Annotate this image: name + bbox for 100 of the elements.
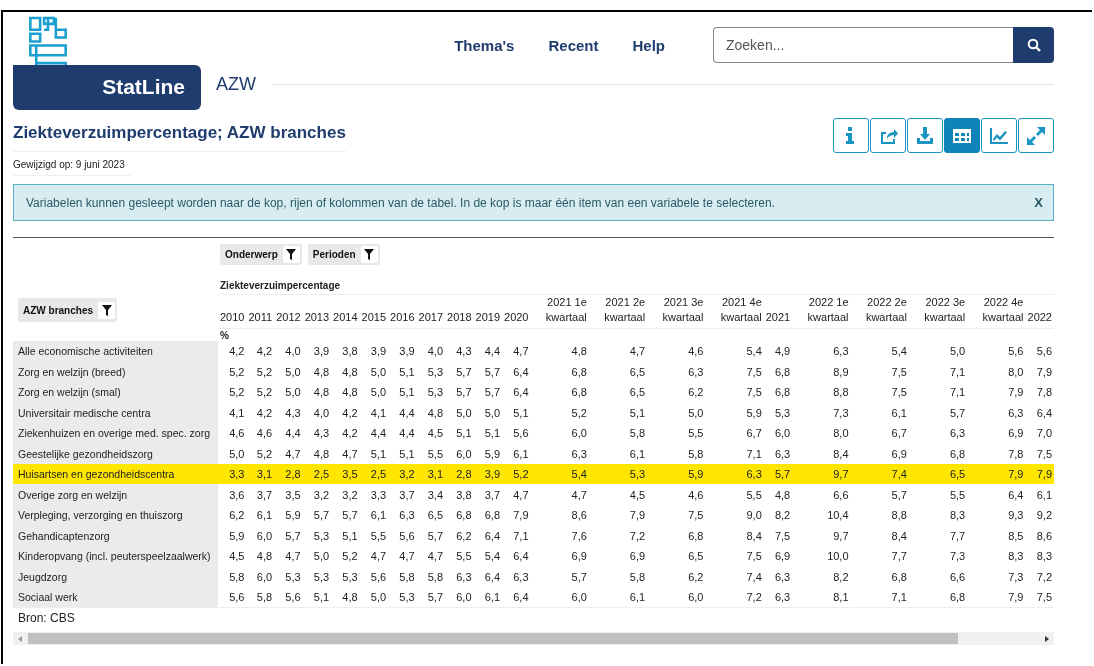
- table-cell-text: 4,6: [255, 426, 274, 442]
- table-cell: 3,7: [388, 484, 417, 505]
- table-cell-text: 6,1: [483, 590, 501, 606]
- table-cell: 3,2: [302, 484, 332, 505]
- table-cell: 5,8: [218, 566, 247, 587]
- column-header: 2014: [331, 294, 360, 329]
- table-cell-text: 6,8: [570, 364, 588, 380]
- filter-button[interactable]: [282, 245, 300, 263]
- table-cell-text: 6,6: [948, 569, 967, 585]
- table-cell: 5,5: [416, 443, 446, 464]
- share-button[interactable]: [870, 118, 906, 153]
- table-cell-text: 4,4: [398, 405, 416, 421]
- table-cell-text: 6,5: [687, 549, 705, 565]
- table-cell-text: 5,5: [455, 549, 473, 565]
- table-cell: 5,1: [359, 443, 389, 464]
- table-cell-text: 6,3: [398, 508, 416, 524]
- table-cell-text: 6,9: [570, 549, 588, 565]
- table-cell: 7,5: [1025, 443, 1054, 464]
- table-cell-text: 7,7: [890, 549, 908, 565]
- column-header: 2021 3e kwartaal: [647, 294, 706, 329]
- table-cell-text: 7,2: [628, 528, 647, 544]
- search-button[interactable]: [1013, 27, 1054, 63]
- download-button[interactable]: [907, 118, 943, 153]
- table-cell: 4,5: [588, 484, 648, 505]
- table-cell-text: 4,3: [312, 426, 331, 442]
- table-cell-text: 6,0: [455, 590, 473, 606]
- table-cell-text: 6,1: [890, 405, 908, 421]
- table-cell: 5,1: [388, 443, 417, 464]
- variable-chip[interactable]: AZW branches: [18, 298, 117, 323]
- table-cell: 6,3: [705, 463, 764, 485]
- nav-link[interactable]: Recent: [548, 36, 599, 54]
- table-cell-text: 4,8: [312, 385, 331, 401]
- table-cell-text: 5,3: [312, 528, 331, 544]
- table-cell-text: 8,3: [948, 508, 967, 524]
- table-cell-text: 7,7: [948, 528, 967, 544]
- table-cell-text: 6,4: [512, 549, 530, 565]
- search-field[interactable]: Zoeken...: [713, 27, 1013, 63]
- table-cell: 2,8: [274, 463, 303, 485]
- table-cell-text: 5,9: [745, 405, 763, 421]
- nav-link[interactable]: Thema's: [454, 36, 515, 54]
- column-header: 2022: [1025, 294, 1054, 329]
- table-cell-text: 5,3: [312, 569, 331, 585]
- table-cell: 3,3: [359, 484, 389, 505]
- table-cell-text: 5,9: [284, 508, 302, 524]
- variable-chip[interactable]: Perioden: [307, 243, 380, 265]
- table-cell-text: 6,8: [948, 590, 967, 606]
- table-cell-text: 7,9: [1007, 385, 1025, 401]
- table-button[interactable]: [944, 118, 980, 153]
- table-cell: 4,1: [218, 402, 247, 423]
- brand-label[interactable]: StatLine: [13, 64, 201, 110]
- table-cell: 3,5: [274, 484, 303, 505]
- table-cell: 2,5: [359, 463, 389, 485]
- table-cell-text: 5,1: [628, 405, 647, 421]
- row-header: Alle economische activiteiten: [13, 340, 218, 362]
- table-cell-text: 5,0: [369, 385, 388, 401]
- table-cell-text: 7,9: [1035, 364, 1053, 380]
- table-cell-text: 6,0: [255, 528, 274, 544]
- table-cell-text: 5,5: [369, 528, 388, 544]
- table-cell: 3,8: [445, 484, 474, 505]
- table-cell-text: 5,0: [483, 405, 501, 421]
- table-cell-text: 7,9: [1007, 590, 1025, 606]
- table-cell-text: 6,3: [773, 569, 792, 585]
- table-cell-text: 4,3: [284, 405, 302, 421]
- table-cell: 7,9: [1025, 463, 1054, 485]
- table-cell-text: 10,4: [826, 508, 850, 524]
- table-cell: 4,5: [218, 545, 247, 567]
- table-cell: 4,8: [302, 443, 332, 464]
- table-cell: 6,3: [530, 443, 589, 464]
- table-cell-text: 4,8: [341, 590, 359, 606]
- table-cell: 3,7: [473, 484, 502, 505]
- nav-link[interactable]: Help: [632, 36, 665, 54]
- row-header: Geestelijke gezondheidszorg: [13, 443, 218, 464]
- line-chart-button[interactable]: [981, 118, 1017, 153]
- table-cell-text: 5,4: [745, 344, 763, 360]
- table-cell-text: 8,1: [832, 590, 850, 606]
- table-cell-text: 7,5: [745, 364, 763, 380]
- table-cell-text: 4,7: [628, 344, 647, 360]
- table-cell-text: 5,8: [426, 569, 445, 585]
- table-cell: 5,2: [502, 463, 531, 485]
- info-button[interactable]: [833, 118, 869, 153]
- table-cell-text: 4,6: [687, 344, 705, 360]
- table-cell: 5,6: [218, 586, 247, 608]
- table-cell-text: 5,3: [426, 364, 445, 380]
- chip-label: Onderwerp: [225, 248, 278, 260]
- variable-chip[interactable]: Onderwerp: [220, 243, 302, 265]
- table-cell-text: 4,4: [398, 426, 416, 442]
- filter-icon: [364, 248, 375, 260]
- expand-button[interactable]: [1018, 118, 1054, 153]
- table-cell-text: 5,0: [455, 405, 473, 421]
- unit-label: %: [220, 329, 229, 341]
- column-header: 2010: [218, 294, 247, 329]
- horizontal-scrollbar[interactable]: [13, 632, 1054, 646]
- table-cell-text: 6,3: [773, 590, 792, 606]
- table-cell-text: 5,0: [284, 364, 302, 380]
- table-cell-text: 5,2: [255, 385, 274, 401]
- filter-button[interactable]: [98, 301, 115, 319]
- table-cell-text: 5,7: [455, 385, 473, 401]
- filter-button[interactable]: [360, 245, 378, 263]
- table-cell-text: 6,9: [628, 549, 647, 565]
- close-button[interactable]: X: [1034, 195, 1043, 210]
